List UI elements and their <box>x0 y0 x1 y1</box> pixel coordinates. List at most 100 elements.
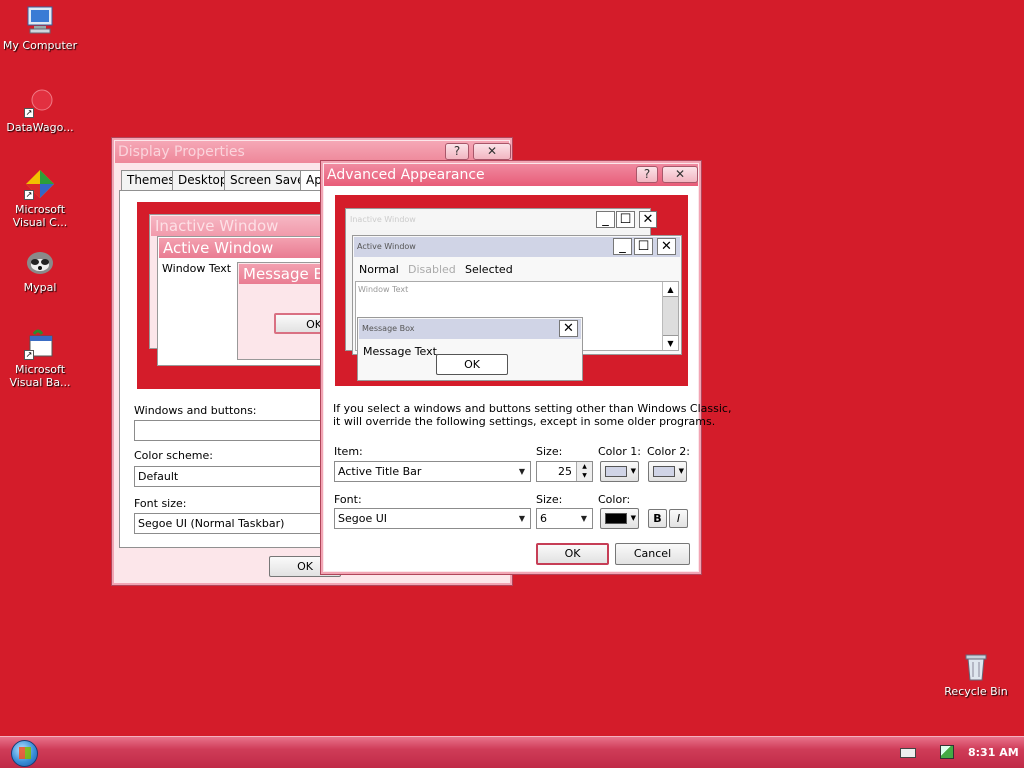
font-size-value: 6 <box>540 512 547 525</box>
advanced-preview: Inactive Window _ ☐ ✕ Active Window _ ☐ … <box>335 195 688 386</box>
window-title: Display Properties <box>118 144 245 160</box>
visual-c-icon: ↗ <box>24 168 56 200</box>
chevron-down-icon: ▼ <box>678 467 684 475</box>
font-color-button[interactable]: ▼ <box>600 508 639 529</box>
close-icon: ✕ <box>559 320 578 337</box>
preview-message-box-title: Message Box <box>359 319 581 339</box>
font-color-swatch <box>605 513 627 524</box>
minimize-icon: _ <box>596 211 615 228</box>
desktop-icon-mypal[interactable]: Mypal <box>0 246 80 294</box>
preview-scrollbar: ▲ ▼ <box>662 282 678 350</box>
preview-inactive-title: Inactive Window <box>151 216 323 236</box>
desktop-icon-datawagon[interactable]: ↗ DataWago... <box>0 86 80 134</box>
close-icon: ✕ <box>674 167 686 181</box>
font-label: Font: <box>334 493 362 506</box>
scroll-down-icon: ▼ <box>663 335 678 350</box>
preview-ok-button: OK <box>274 313 323 334</box>
taskbar: 8:31 AM <box>0 736 1024 768</box>
close-button[interactable]: ✕ <box>473 143 511 160</box>
color2-swatch <box>653 466 675 477</box>
data-wagon-icon: ↗ <box>24 86 56 118</box>
item-label: Item: <box>334 445 363 458</box>
scroll-up-icon: ▲ <box>663 282 678 297</box>
close-icon: ✕ <box>486 144 498 158</box>
chevron-down-icon: ▼ <box>518 467 526 476</box>
desktop-icon-visual-c[interactable]: ↗ Microsoft Visual C... <box>0 168 80 229</box>
shortcut-arrow-icon: ↗ <box>24 190 34 200</box>
shortcut-arrow-icon: ↗ <box>24 108 34 118</box>
bold-button[interactable]: B <box>648 509 667 528</box>
stepper-down-icon[interactable]: ▼ <box>576 471 592 481</box>
color1-button[interactable]: ▼ <box>600 461 639 482</box>
system-tray: 8:31 AM <box>884 737 1024 768</box>
color2-label: Color 2: <box>647 445 690 458</box>
font-value: Segoe UI <box>338 512 388 525</box>
network-icon[interactable] <box>940 745 954 759</box>
preview-message-box-title: Message Bo <box>239 264 323 284</box>
window-title: Advanced Appearance <box>327 167 485 183</box>
desktop-icon-visual-basic[interactable]: ↗ Microsoft Visual Ba... <box>0 328 80 389</box>
chevron-down-icon: ▼ <box>518 514 526 523</box>
close-icon: ✕ <box>657 238 676 255</box>
preview-message-box: Message Box ✕ Message Text OK <box>357 317 583 381</box>
windows-logo-icon <box>19 747 31 759</box>
ok-button[interactable]: OK <box>536 543 609 565</box>
preview-message-box: Message Bo OK <box>237 262 323 360</box>
desktop-icon-label: Microsoft Visual Ba... <box>9 363 71 389</box>
clock[interactable]: 8:31 AM <box>968 737 1019 768</box>
font-size-label: Size: <box>536 493 563 506</box>
font-size-select[interactable]: 6 ▼ <box>536 508 593 529</box>
cancel-button[interactable]: Cancel <box>615 543 690 565</box>
info-text-line-1: If you select a windows and buttons sett… <box>333 402 732 415</box>
item-size-value: 25 <box>558 465 572 478</box>
appearance-preview: Inactive Window Active Window Window Tex… <box>137 202 323 389</box>
italic-button[interactable]: I <box>669 509 688 528</box>
maximize-icon: ☐ <box>616 211 635 228</box>
font-size-select[interactable]: Segoe UI (Normal Taskbar) <box>134 513 324 534</box>
preview-ok-button: OK <box>436 354 508 375</box>
preview-message-text: Message Text <box>363 345 437 358</box>
windows-buttons-select[interactable] <box>134 420 324 441</box>
color-scheme-select[interactable]: Default <box>134 466 324 487</box>
visual-basic-icon: ↗ <box>24 328 56 360</box>
help-button[interactable]: ? <box>445 143 469 160</box>
shortcut-arrow-icon: ↗ <box>24 350 34 360</box>
maximize-icon: ☐ <box>634 238 653 255</box>
item-size-label: Size: <box>536 445 563 458</box>
chevron-down-icon: ▼ <box>580 514 588 523</box>
preview-menu-disabled: Disabled <box>408 263 456 276</box>
desktop-icon-my-computer[interactable]: My Computer <box>0 4 80 52</box>
font-size-label: Font size: <box>134 497 187 510</box>
preview-window-text: Window Text <box>358 285 409 294</box>
close-button[interactable]: ✕ <box>662 166 698 183</box>
font-select[interactable]: Segoe UI ▼ <box>334 508 531 529</box>
item-size-stepper[interactable]: 25 ▲ ▼ <box>536 461 593 482</box>
desktop-icon-recycle-bin[interactable]: Recycle Bin <box>936 650 1016 698</box>
desktop-icon-label: My Computer <box>2 39 78 52</box>
preview-window-text: Window Text <box>162 262 232 275</box>
minimize-icon: _ <box>613 238 632 255</box>
item-select[interactable]: Active Title Bar ▼ <box>334 461 531 482</box>
chevron-down-icon: ▼ <box>630 514 636 522</box>
desktop-icon-label: Recycle Bin <box>944 685 1008 698</box>
preview-menu-normal: Normal <box>359 263 399 276</box>
item-value: Active Title Bar <box>338 465 422 478</box>
keyboard-icon[interactable] <box>900 748 916 758</box>
color1-swatch <box>605 466 627 477</box>
info-text-line-2: it will override the following settings,… <box>333 415 716 428</box>
stepper-up-icon[interactable]: ▲ <box>576 462 592 471</box>
desktop-icon-label: Mypal <box>23 281 57 294</box>
start-button[interactable] <box>11 740 38 767</box>
help-button[interactable]: ? <box>636 166 658 183</box>
color1-label: Color 1: <box>598 445 641 458</box>
preview-menu-selected: Selected <box>465 263 513 276</box>
computer-icon <box>24 4 56 36</box>
color-scheme-label: Color scheme: <box>134 449 213 462</box>
advanced-appearance-titlebar[interactable]: Advanced Appearance ? ✕ <box>324 164 698 186</box>
desktop-icon-label: Microsoft Visual C... <box>12 203 68 229</box>
mypal-icon <box>24 246 56 278</box>
color2-button[interactable]: ▼ <box>648 461 687 482</box>
preview-active-title: Active Window <box>159 238 323 258</box>
recycle-bin-icon <box>960 650 992 682</box>
font-color-label: Color: <box>598 493 631 506</box>
